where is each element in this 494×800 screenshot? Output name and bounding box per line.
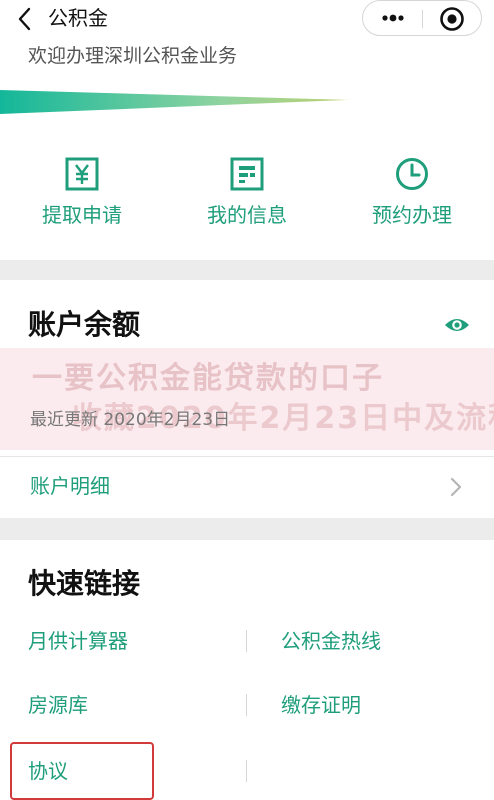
- chevron-right-icon: [450, 477, 462, 497]
- document-icon: [230, 157, 264, 191]
- quick-links-title: 快速链接: [28, 567, 141, 600]
- clock-icon: [396, 158, 428, 190]
- welcome-text: 欢迎办理深圳公积金业务: [28, 45, 238, 67]
- appointment-label: 预约办理: [372, 203, 452, 227]
- account-detail-row[interactable]: 账户明细: [0, 456, 494, 518]
- balance-title: 账户余额: [28, 308, 141, 341]
- my-info-button[interactable]: 我的信息: [165, 124, 329, 260]
- capsule-divider: [422, 10, 423, 28]
- last-updated-text: 最近更新 2020年2月23日: [30, 410, 231, 430]
- link-mortgage-calculator[interactable]: 月供计算器: [28, 627, 128, 655]
- link-divider: [246, 760, 247, 782]
- account-balance-card: 账户余额 一要公积金能贷款的口子 收藏2020年2月23日中及流程详 最近更新 …: [0, 280, 494, 456]
- yen-icon: [65, 157, 99, 191]
- quick-links-card: 快速链接 月供计算器 公积金热线 房源库 缴存证明 协议: [0, 540, 494, 800]
- service-shortcuts: 提取申请 我的信息 预约办理: [0, 124, 494, 260]
- watermark-line-1: 一要公积金能贷款的口子: [32, 361, 384, 396]
- page-title: 公积金: [48, 6, 108, 30]
- link-hotline[interactable]: 公积金热线: [281, 627, 381, 655]
- decorative-stripe: [0, 90, 494, 124]
- mini-program-capsule: [362, 0, 482, 36]
- my-info-label: 我的信息: [207, 203, 287, 227]
- link-divider: [246, 694, 247, 716]
- close-icon[interactable]: [439, 6, 465, 32]
- link-divider: [246, 630, 247, 652]
- withdraw-apply-button[interactable]: 提取申请: [0, 124, 164, 260]
- link-housing-listings[interactable]: 房源库: [28, 691, 88, 719]
- appointment-button[interactable]: 预约办理: [330, 124, 494, 260]
- welcome-banner: 欢迎办理深圳公积金业务: [0, 40, 494, 124]
- account-detail-label: 账户明细: [30, 474, 110, 498]
- link-deposit-certificate[interactable]: 缴存证明: [281, 691, 361, 719]
- highlight-annotation-box: [10, 742, 154, 800]
- withdraw-apply-label: 提取申请: [42, 203, 122, 227]
- top-bar: 公积金: [0, 0, 494, 40]
- chevron-left-icon[interactable]: [14, 6, 36, 32]
- watermark-overlay: 一要公积金能贷款的口子 收藏2020年2月23日中及流程详: [0, 348, 494, 450]
- more-icon[interactable]: [381, 13, 405, 23]
- eye-icon[interactable]: [444, 316, 470, 334]
